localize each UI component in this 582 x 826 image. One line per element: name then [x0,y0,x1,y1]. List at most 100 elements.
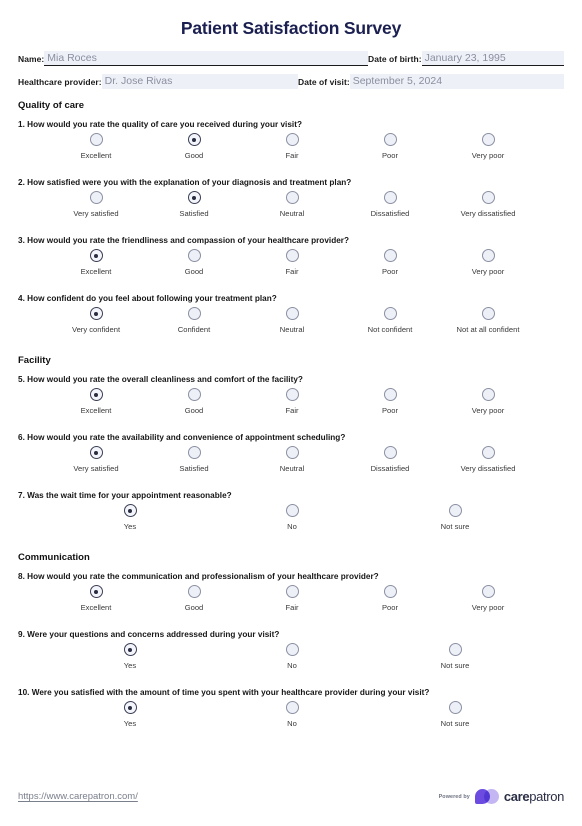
radio-option[interactable]: No [237,701,347,728]
radio-button-icon[interactable] [383,446,397,460]
radio-button-selected-icon[interactable] [89,249,103,263]
radio-option[interactable]: Satisfied [139,191,249,218]
radio-button-icon[interactable] [383,585,397,599]
radio-option[interactable]: Good [139,388,249,415]
radio-button-selected-icon[interactable] [89,446,103,460]
radio-option[interactable]: Excellent [41,585,151,612]
radio-button-icon[interactable] [89,133,103,147]
radio-button-icon[interactable] [448,504,462,518]
radio-option[interactable]: Not sure [400,643,510,670]
radio-option[interactable]: Poor [335,133,445,160]
radio-button-icon[interactable] [187,307,201,321]
radio-option[interactable]: Very dissatisfied [433,191,543,218]
radio-option[interactable]: No [237,643,347,670]
radio-button-icon[interactable] [448,643,462,657]
radio-button-icon[interactable] [285,504,299,518]
radio-button-icon[interactable] [187,388,201,402]
radio-button-icon[interactable] [481,191,495,205]
radio-option[interactable]: Very poor [433,133,543,160]
radio-option[interactable]: Poor [335,249,445,276]
radio-button-icon[interactable] [187,585,201,599]
radio-button-icon[interactable] [383,249,397,263]
provider-input[interactable]: Dr. Jose Rivas [101,74,298,90]
radio-button-icon[interactable] [481,307,495,321]
radio-option[interactable]: Excellent [41,249,151,276]
radio-button-icon[interactable] [383,307,397,321]
radio-button-selected-icon[interactable] [123,504,137,518]
radio-option[interactable]: Very dissatisfied [433,446,543,473]
radio-button-icon[interactable] [448,701,462,715]
radio-option[interactable]: Very poor [433,585,543,612]
radio-button-icon[interactable] [481,249,495,263]
carepatron-link[interactable]: https://www.carepatron.com/ [18,791,138,802]
dob-input[interactable]: January 23, 1995 [421,51,564,67]
option-row: Yes No Not sure [18,643,564,679]
radio-button-icon[interactable] [285,307,299,321]
radio-option[interactable]: Confident [139,307,249,334]
radio-option[interactable]: Not sure [400,701,510,728]
radio-button-icon[interactable] [285,191,299,205]
radio-option[interactable]: Very satisfied [41,446,151,473]
radio-option[interactable]: Good [139,133,249,160]
radio-button-selected-icon[interactable] [187,133,201,147]
visit-input[interactable]: September 5, 2024 [349,74,564,90]
radio-option[interactable]: Fair [237,388,347,415]
radio-option[interactable]: Fair [237,585,347,612]
radio-option[interactable]: No [237,504,347,531]
radio-button-selected-icon[interactable] [123,701,137,715]
radio-option[interactable]: Very satisfied [41,191,151,218]
radio-button-selected-icon[interactable] [89,307,103,321]
radio-button-icon[interactable] [481,388,495,402]
radio-button-icon[interactable] [285,701,299,715]
radio-button-selected-icon[interactable] [89,585,103,599]
radio-option[interactable]: Dissatisfied [335,446,445,473]
radio-option[interactable]: Satisfied [139,446,249,473]
radio-button-icon[interactable] [383,191,397,205]
option-label: Neutral [279,464,305,474]
radio-option[interactable]: Yes [75,504,185,531]
radio-button-icon[interactable] [481,585,495,599]
radio-button-icon[interactable] [89,191,103,205]
radio-option[interactable]: Yes [75,701,185,728]
radio-option[interactable]: Good [139,585,249,612]
radio-option[interactable]: Fair [237,133,347,160]
radio-button-icon[interactable] [481,446,495,460]
radio-option[interactable]: Not sure [400,504,510,531]
radio-button-icon[interactable] [481,133,495,147]
radio-option[interactable]: Very poor [433,249,543,276]
radio-option[interactable]: Good [139,249,249,276]
radio-option[interactable]: Neutral [237,446,347,473]
radio-option[interactable]: Neutral [237,191,347,218]
option-row: Excellent Good Fair Poor Very poor [18,133,564,169]
radio-option[interactable]: Yes [75,643,185,670]
radio-option[interactable]: Neutral [237,307,347,334]
radio-button-icon[interactable] [285,446,299,460]
radio-button-selected-icon[interactable] [123,643,137,657]
radio-button-icon[interactable] [383,133,397,147]
option-label: Satisfied [179,464,209,474]
radio-option[interactable]: Fair [237,249,347,276]
radio-option[interactable]: Poor [335,388,445,415]
radio-button-selected-icon[interactable] [89,388,103,402]
name-input[interactable]: Mia Roces [44,51,368,67]
radio-button-icon[interactable] [187,249,201,263]
radio-option[interactable]: Dissatisfied [335,191,445,218]
radio-button-icon[interactable] [285,643,299,657]
radio-button-icon[interactable] [285,388,299,402]
radio-button-icon[interactable] [285,249,299,263]
radio-option[interactable]: Very confident [41,307,151,334]
radio-button-icon[interactable] [383,388,397,402]
radio-option[interactable]: Poor [335,585,445,612]
radio-button-icon[interactable] [285,133,299,147]
radio-button-selected-icon[interactable] [187,191,201,205]
option-label: Excellent [80,406,112,416]
radio-button-icon[interactable] [187,446,201,460]
radio-button-icon[interactable] [285,585,299,599]
radio-option[interactable]: Not confident [335,307,445,334]
option-label: Good [184,603,204,613]
radio-option[interactable]: Excellent [41,133,151,160]
visit-field-group: Date of visit: September 5, 2024 [298,74,564,90]
radio-option[interactable]: Very poor [433,388,543,415]
radio-option[interactable]: Excellent [41,388,151,415]
radio-option[interactable]: Not at all confident [433,307,543,334]
